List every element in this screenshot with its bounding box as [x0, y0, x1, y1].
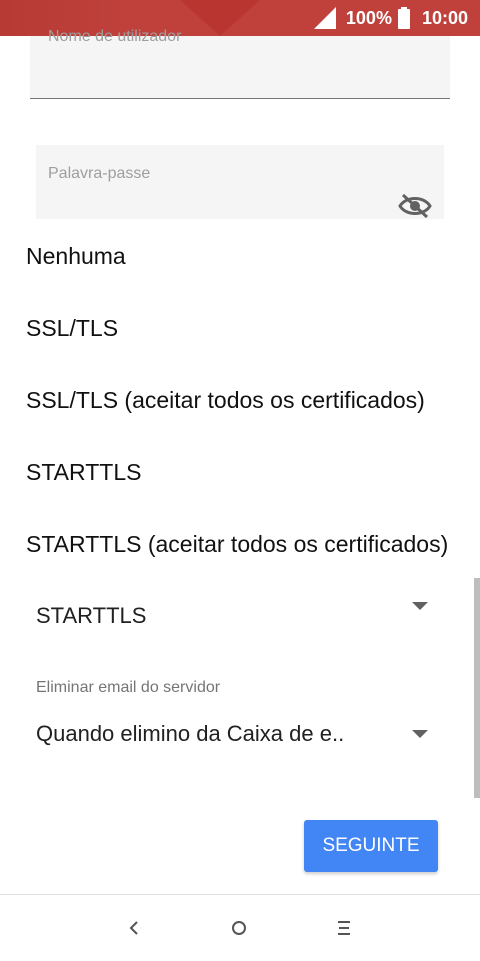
- battery-icon: [397, 7, 410, 29]
- username-field[interactable]: Nome de utilizador: [30, 28, 450, 99]
- home-icon[interactable]: [224, 913, 254, 943]
- security-dropdown[interactable]: STARTTLS: [36, 603, 146, 629]
- signal-icon: [313, 7, 336, 29]
- clock: 10:00: [421, 7, 468, 28]
- option-starttls-all-certs[interactable]: STARTTLS (aceitar todos os certificados): [26, 531, 448, 558]
- password-field[interactable]: Palavra-passe: [36, 145, 444, 219]
- delete-setting-label: Eliminar email do servidor: [36, 679, 221, 696]
- eye-off-icon[interactable]: [398, 193, 432, 219]
- option-nenhuma[interactable]: Nenhuma: [26, 243, 126, 270]
- menu-icon[interactable]: [329, 913, 359, 943]
- option-ssl-tls-all-certs[interactable]: SSL/TLS (aceitar todos os certificados): [26, 387, 425, 414]
- back-icon[interactable]: [119, 913, 149, 943]
- navigation-bar: [0, 894, 480, 961]
- password-placeholder: Palavra-passe: [48, 165, 151, 182]
- username-placeholder: Nome de utilizador: [48, 28, 182, 45]
- delete-setting-dropdown[interactable]: Quando elimino da Caixa de e..: [36, 721, 344, 747]
- status-indicators: 100% 10:00: [313, 0, 468, 36]
- chevron-down-icon[interactable]: [412, 602, 428, 610]
- status-bar-decoration: [180, 0, 260, 36]
- option-starttls[interactable]: STARTTLS: [26, 459, 141, 486]
- chevron-down-icon[interactable]: [412, 730, 428, 738]
- battery-percentage: 100%: [345, 7, 392, 28]
- next-button[interactable]: SEGUINTE: [304, 820, 438, 872]
- option-ssl-tls[interactable]: SSL/TLS: [26, 315, 118, 342]
- scrollbar[interactable]: [474, 578, 480, 798]
